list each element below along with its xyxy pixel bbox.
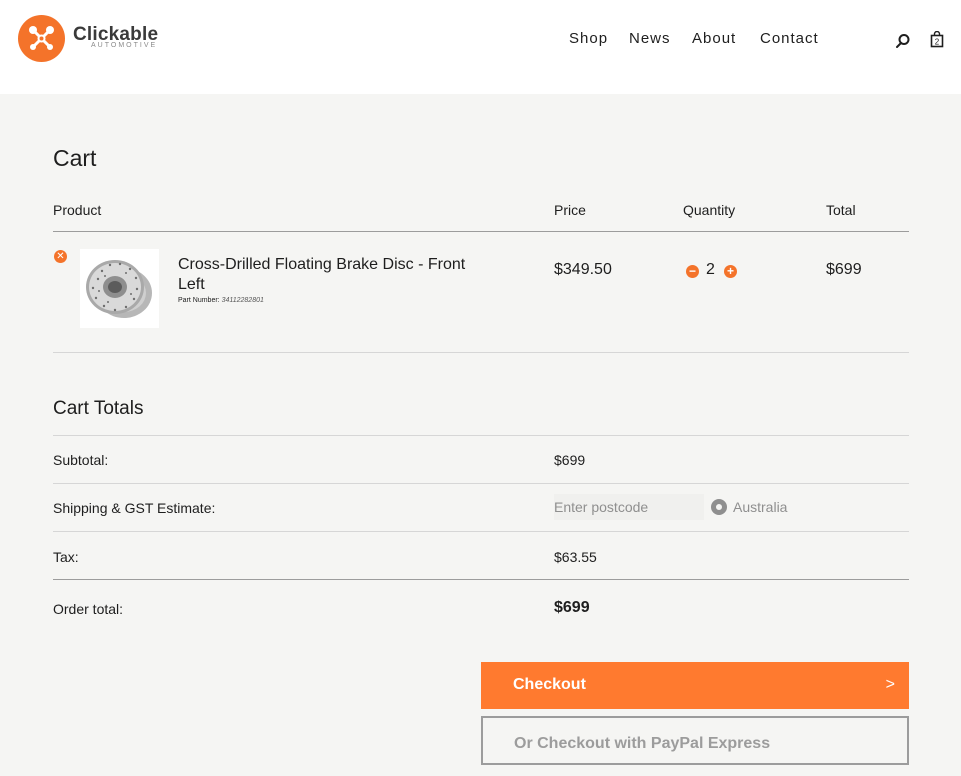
quantity-value[interactable]: 2 bbox=[706, 261, 715, 279]
column-header-total: Total bbox=[826, 202, 856, 218]
quantity-decrease-button[interactable]: − bbox=[686, 265, 699, 278]
cart-row-divider bbox=[53, 352, 909, 353]
site-header: Clickable AUTOMOTIVE Shop News About Con… bbox=[0, 0, 961, 94]
order-total-value: $699 bbox=[554, 599, 590, 616]
table-header-divider bbox=[53, 231, 909, 232]
nav-shop[interactable]: Shop bbox=[569, 30, 608, 50]
part-number-label: Part Number: bbox=[178, 297, 220, 304]
tax-value: $63.55 bbox=[554, 549, 597, 565]
checkout-label: Checkout bbox=[513, 676, 586, 693]
totals-divider bbox=[53, 435, 909, 436]
column-header-product: Product bbox=[53, 202, 102, 218]
search-icon[interactable] bbox=[895, 33, 911, 54]
nav-contact[interactable]: Contact bbox=[760, 30, 819, 50]
paypal-checkout-label: Or Checkout with PayPal Express bbox=[514, 735, 771, 752]
totals-divider bbox=[53, 483, 909, 484]
cart-title: Cart bbox=[53, 145, 97, 171]
country-label[interactable]: Australia bbox=[733, 499, 787, 515]
logo-mark-icon bbox=[18, 15, 65, 62]
shipping-label: Shipping & GST Estimate: bbox=[53, 500, 216, 516]
item-total: $699 bbox=[826, 261, 862, 278]
product-thumbnail[interactable] bbox=[80, 249, 159, 328]
product-name[interactable]: Cross-Drilled Floating Brake Disc - Fron… bbox=[178, 255, 488, 295]
checkout-arrow-icon: > bbox=[885, 676, 895, 693]
checkout-button[interactable]: Checkout > bbox=[481, 662, 909, 709]
column-header-price: Price bbox=[554, 202, 586, 218]
part-number: Part Number: 34112282801 bbox=[178, 297, 264, 304]
paypal-checkout-button[interactable]: Or Checkout with PayPal Express bbox=[481, 716, 909, 765]
nav-news[interactable]: News bbox=[629, 30, 671, 50]
part-number-value: 34112282801 bbox=[221, 297, 264, 304]
remove-item-button[interactable]: ✕ bbox=[54, 250, 67, 263]
postcode-input[interactable] bbox=[554, 494, 704, 520]
brand-subtitle: AUTOMOTIVE bbox=[91, 42, 158, 49]
cart-totals-title: Cart Totals bbox=[53, 398, 144, 419]
svg-text:2: 2 bbox=[935, 38, 940, 47]
order-total-divider bbox=[53, 579, 909, 580]
tax-label: Tax: bbox=[53, 549, 79, 565]
nav-about[interactable]: About bbox=[692, 30, 736, 50]
item-price: $349.50 bbox=[554, 261, 612, 278]
brand-logo[interactable]: Clickable AUTOMOTIVE bbox=[18, 15, 158, 63]
quantity-increase-button[interactable]: + bbox=[724, 265, 737, 278]
column-header-quantity: Quantity bbox=[683, 202, 736, 218]
order-total-label: Order total: bbox=[53, 601, 124, 617]
country-radio[interactable] bbox=[711, 499, 727, 515]
totals-divider bbox=[53, 531, 909, 532]
shopping-bag-icon[interactable]: 2 bbox=[930, 30, 944, 53]
subtotal-label: Subtotal: bbox=[53, 452, 109, 468]
subtotal-value: $699 bbox=[554, 452, 586, 468]
